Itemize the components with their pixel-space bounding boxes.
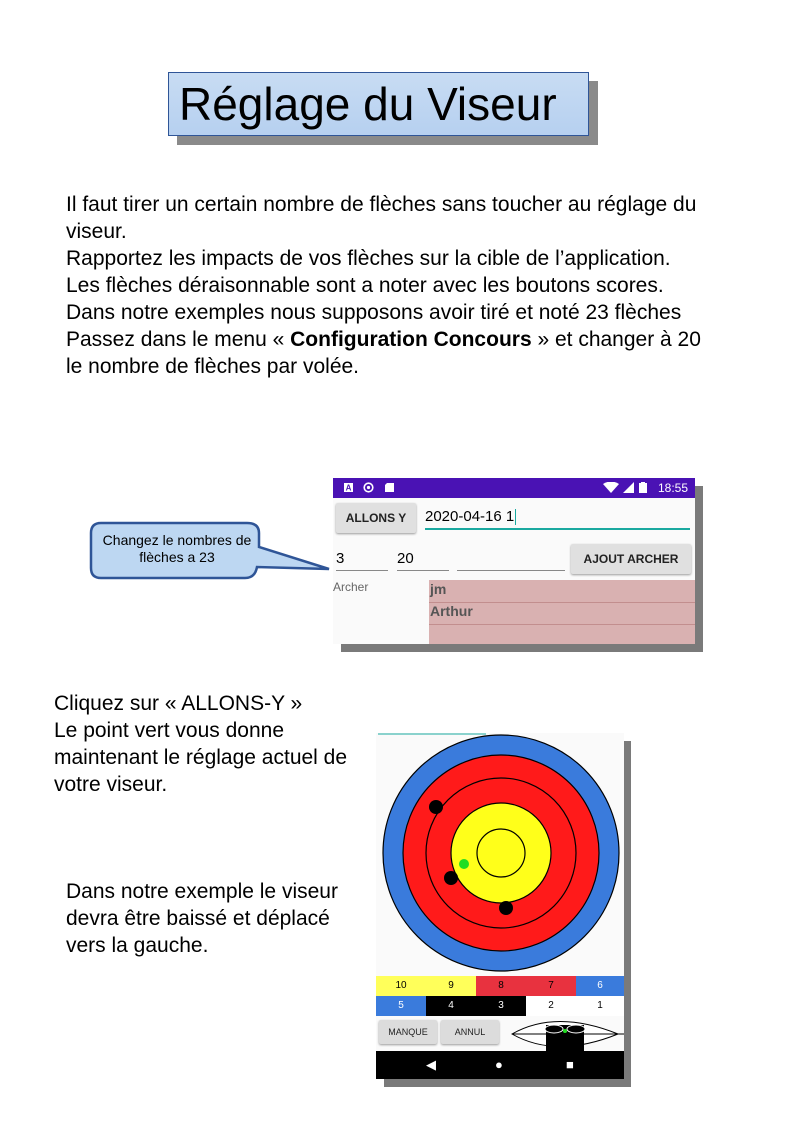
score-button-3[interactable]: 3 bbox=[476, 996, 526, 1016]
intro-paragraph-4: Passez dans le menu « Configuration Conc… bbox=[66, 326, 706, 380]
annul-button[interactable]: ANNUL bbox=[441, 1020, 499, 1044]
allons-y-button[interactable]: ALLONS Y bbox=[336, 503, 416, 533]
sight-point bbox=[459, 859, 469, 869]
arrows-per-volley-field[interactable]: 20 bbox=[397, 550, 449, 571]
intro-p4-start: Passez dans le menu « bbox=[66, 328, 291, 351]
app-target-screenshot: 10 9 8 7 6 5 4 3 2 1 MANQUE ANNUL ◀ ● ■ bbox=[376, 733, 624, 1079]
callout-text: Changez le nombres de flèches a 23 bbox=[102, 532, 252, 565]
title-box: Réglage du Viseur bbox=[168, 72, 589, 136]
sync-icon bbox=[363, 482, 374, 493]
intro-paragraph-2: Rapportez les impacts de vos flèches sur… bbox=[66, 247, 671, 297]
instruction-line-2: Le point vert vous donne maintenant le r… bbox=[54, 719, 348, 796]
signal-icon bbox=[623, 482, 634, 493]
score-button-8[interactable]: 8 bbox=[476, 976, 526, 996]
score-button-4[interactable]: 4 bbox=[426, 996, 476, 1016]
android-nav-bar: ◀ ● ■ bbox=[376, 1051, 624, 1079]
home-icon[interactable]: ● bbox=[495, 1051, 503, 1079]
page-title: Réglage du Viseur bbox=[179, 78, 557, 130]
battery-icon bbox=[639, 482, 647, 493]
app-config-screenshot: A 18:55 ALLONS Y 2020-04-16 1 3 20 AJOUT… bbox=[333, 478, 695, 644]
manque-button[interactable]: MANQUE bbox=[379, 1020, 437, 1044]
archery-target[interactable] bbox=[376, 733, 624, 973]
status-time: 18:55 bbox=[657, 481, 688, 495]
archer-label: Archer bbox=[333, 580, 369, 594]
example-paragraph: Dans notre exemple le viseur devra être … bbox=[66, 880, 338, 957]
score-button-5[interactable]: 5 bbox=[376, 996, 426, 1016]
back-icon[interactable]: ◀ bbox=[426, 1051, 436, 1079]
wifi-icon bbox=[603, 482, 619, 493]
archer-row[interactable]: jm bbox=[429, 581, 695, 603]
example-text: Dans notre exemple le viseur devra être … bbox=[66, 878, 356, 959]
score-button-2[interactable]: 2 bbox=[526, 996, 576, 1016]
recent-apps-icon[interactable]: ■ bbox=[566, 1051, 574, 1079]
arrow-count-field[interactable]: 3 bbox=[336, 550, 388, 571]
app-notification-icon: A bbox=[344, 483, 353, 493]
sd-card-icon bbox=[385, 483, 394, 492]
bow-sight-icon bbox=[510, 1021, 624, 1051]
score-button-6[interactable]: 6 bbox=[576, 976, 624, 996]
instruction-text: Cliquez sur « ALLONS-Y » Le point vert v… bbox=[54, 690, 374, 798]
score-button-10[interactable]: 10 bbox=[376, 976, 426, 996]
status-bar: A 18:55 bbox=[333, 478, 695, 498]
date-value: 2020-04-16 1 bbox=[425, 508, 515, 525]
score-button-1[interactable]: 1 bbox=[576, 996, 624, 1016]
archer-list: jm Arthur bbox=[429, 580, 695, 644]
menu-name: Configuration Concours bbox=[290, 328, 532, 351]
intro-paragraph-1: Il faut tirer un certain nombre de flèch… bbox=[66, 193, 697, 243]
svg-text:A: A bbox=[346, 484, 352, 493]
date-input[interactable]: 2020-04-16 1 bbox=[425, 508, 690, 530]
arrow-impact bbox=[444, 871, 458, 885]
add-archer-button[interactable]: AJOUT ARCHER bbox=[571, 544, 691, 574]
score-button-7[interactable]: 7 bbox=[526, 976, 576, 996]
instruction-line-1: Cliquez sur « ALLONS-Y » bbox=[54, 692, 303, 715]
target-center-ring bbox=[476, 828, 526, 878]
score-button-9[interactable]: 9 bbox=[426, 976, 476, 996]
arrow-impact bbox=[429, 800, 443, 814]
archer-row[interactable]: Arthur bbox=[429, 603, 695, 625]
text-cursor bbox=[515, 509, 517, 526]
extra-field[interactable] bbox=[457, 550, 565, 571]
intro-paragraph-3: Dans notre exemples nous supposons avoir… bbox=[66, 301, 682, 324]
intro-text: Il faut tirer un certain nombre de flèch… bbox=[66, 191, 706, 380]
arrow-impact bbox=[499, 901, 513, 915]
